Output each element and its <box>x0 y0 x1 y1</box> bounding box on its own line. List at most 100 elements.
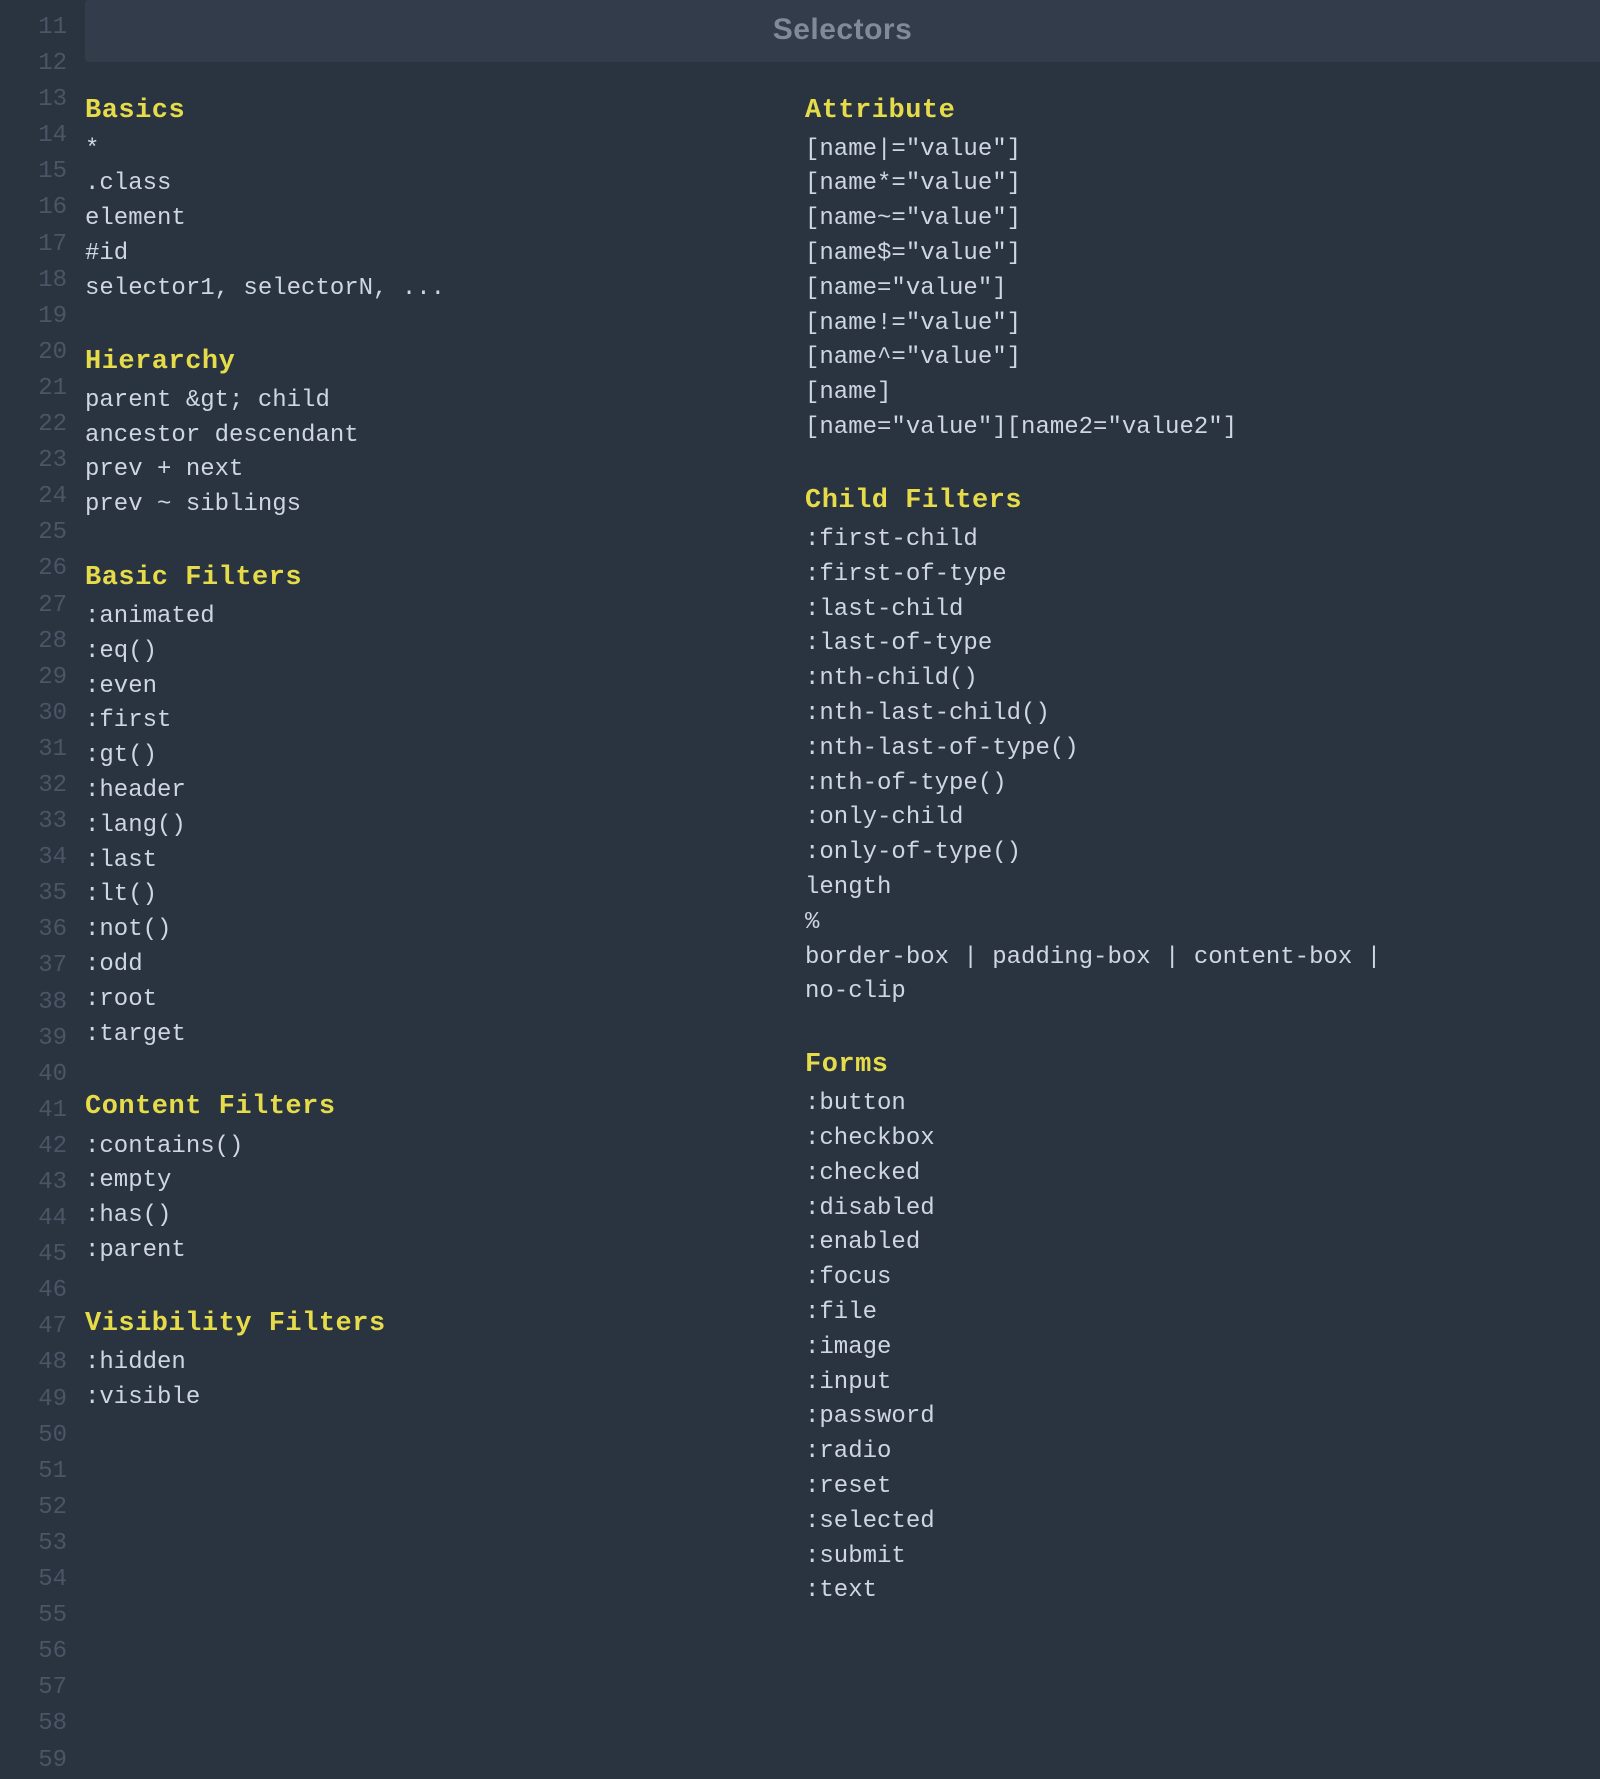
list-item: :radio <box>805 1435 1485 1470</box>
list-item: [name*="value"] <box>805 167 1485 202</box>
list-item: :nth-of-type() <box>805 767 1485 802</box>
line-number: 42 <box>0 1129 67 1165</box>
line-number: 19 <box>0 299 67 335</box>
list-item: :last-child <box>805 593 1485 628</box>
line-number: 51 <box>0 1454 67 1490</box>
line-number: 30 <box>0 696 67 732</box>
list-item: :first-child <box>805 523 1485 558</box>
line-number: 53 <box>0 1526 67 1562</box>
line-number: 28 <box>0 624 67 660</box>
list-item: :empty <box>85 1164 765 1199</box>
list-item: :first <box>85 704 765 739</box>
line-number: 29 <box>0 660 67 696</box>
list-item: .class <box>85 167 765 202</box>
list-item: :disabled <box>805 1192 1485 1227</box>
column: Attribute[name|="value"][name*="value"][… <box>805 92 1485 1646</box>
list-item: :last <box>85 844 765 879</box>
line-number: 44 <box>0 1201 67 1237</box>
list-item: * <box>85 133 765 168</box>
section-heading: Forms <box>805 1046 1485 1085</box>
list-item: :checkbox <box>805 1122 1485 1157</box>
list-item: #id <box>85 237 765 272</box>
list-item: :hidden <box>85 1346 765 1381</box>
list-item: :visible <box>85 1381 765 1416</box>
list-item: length <box>805 871 1485 906</box>
line-number: 18 <box>0 263 67 299</box>
line-number: 37 <box>0 948 67 984</box>
list-item: :nth-last-of-type() <box>805 732 1485 767</box>
list-item: :enabled <box>805 1226 1485 1261</box>
line-number: 12 <box>0 46 67 82</box>
list-item: :animated <box>85 600 765 635</box>
section: Content Filters:contains():empty:has():p… <box>85 1088 765 1268</box>
section-title: Selectors <box>773 13 913 46</box>
section: Basic Filters:animated:eq():even:first:g… <box>85 559 765 1053</box>
list-item: prev ~ siblings <box>85 488 765 523</box>
line-number: 27 <box>0 588 67 624</box>
line-number: 52 <box>0 1490 67 1526</box>
section: Attribute[name|="value"][name*="value"][… <box>805 92 1485 446</box>
list-item: :submit <box>805 1540 1485 1575</box>
section-heading: Basic Filters <box>85 559 765 598</box>
line-number: 14 <box>0 118 67 154</box>
list-item: :nth-child() <box>805 662 1485 697</box>
section-heading: Visibility Filters <box>85 1305 765 1344</box>
list-item: :contains() <box>85 1130 765 1165</box>
line-number: 22 <box>0 407 67 443</box>
list-item: :only-child <box>805 801 1485 836</box>
list-item: :image <box>805 1331 1485 1366</box>
list-item: element <box>85 202 765 237</box>
page: 1112131415161718192021222324252627282930… <box>0 0 1600 1779</box>
list-item: :input <box>805 1366 1485 1401</box>
list-item: :lt() <box>85 878 765 913</box>
section: Basics*.classelement#idselector1, select… <box>85 92 765 307</box>
list-item: [name="value"][name2="value2"] <box>805 411 1485 446</box>
list-item: :focus <box>805 1261 1485 1296</box>
list-item: :not() <box>85 913 765 948</box>
content-area: Selectors Basics*.classelement#idselecto… <box>85 0 1600 1779</box>
section: Child Filters:first-child:first-of-type:… <box>805 482 1485 1010</box>
line-number: 57 <box>0 1670 67 1706</box>
list-item: :has() <box>85 1199 765 1234</box>
list-item: :password <box>805 1400 1485 1435</box>
list-item: :file <box>805 1296 1485 1331</box>
section-title-bar: Selectors <box>85 0 1600 62</box>
list-item: [name!="value"] <box>805 307 1485 342</box>
list-item: border-box | padding-box | content-box | <box>805 941 1485 976</box>
line-number: 34 <box>0 840 67 876</box>
list-item: prev + next <box>85 453 765 488</box>
line-number: 56 <box>0 1634 67 1670</box>
section-heading: Hierarchy <box>85 343 765 382</box>
columns: Basics*.classelement#idselector1, select… <box>85 92 1485 1646</box>
line-number: 32 <box>0 768 67 804</box>
line-number: 49 <box>0 1382 67 1418</box>
list-item: ancestor descendant <box>85 419 765 454</box>
line-number: 54 <box>0 1562 67 1598</box>
line-number: 20 <box>0 335 67 371</box>
section-heading: Basics <box>85 92 765 131</box>
line-number: 13 <box>0 82 67 118</box>
list-item: [name^="value"] <box>805 341 1485 376</box>
list-item: :button <box>805 1087 1485 1122</box>
line-number: 16 <box>0 190 67 226</box>
list-item: [name~="value"] <box>805 202 1485 237</box>
line-number: 46 <box>0 1273 67 1309</box>
list-item: :lang() <box>85 809 765 844</box>
list-item: [name$="value"] <box>805 237 1485 272</box>
line-number: 15 <box>0 154 67 190</box>
line-number: 39 <box>0 1021 67 1057</box>
list-item: :eq() <box>85 635 765 670</box>
list-item: :last-of-type <box>805 627 1485 662</box>
list-item: :reset <box>805 1470 1485 1505</box>
line-number: 24 <box>0 479 67 515</box>
line-number: 45 <box>0 1237 67 1273</box>
list-item: selector1, selectorN, ... <box>85 272 765 307</box>
list-item: :header <box>85 774 765 809</box>
line-number: 11 <box>0 10 67 46</box>
section: Forms:button:checkbox:checked:disabled:e… <box>805 1046 1485 1609</box>
list-item: :root <box>85 983 765 1018</box>
line-number: 36 <box>0 912 67 948</box>
list-item: % <box>805 906 1485 941</box>
line-number: 35 <box>0 876 67 912</box>
list-item: :parent <box>85 1234 765 1269</box>
